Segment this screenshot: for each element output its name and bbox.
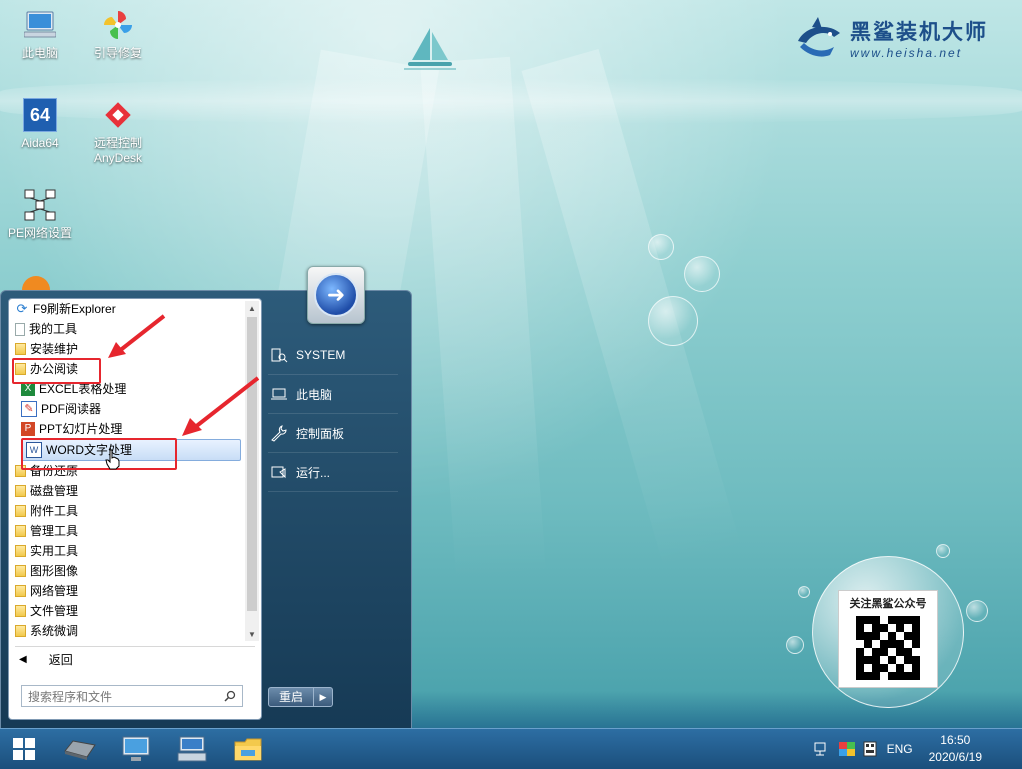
power-options-arrow-icon[interactable]: ▶ (314, 687, 334, 707)
sailboat-icon (404, 28, 456, 70)
annotation-arrow-icon (108, 314, 166, 358)
user-folder-icon (271, 348, 288, 363)
folder-icon (15, 625, 26, 637)
desktop-icon-aida64[interactable]: 64 Aida64 (0, 98, 80, 151)
wrench-icon (271, 425, 287, 442)
menu-item-utilities[interactable]: 实用工具 (9, 541, 245, 561)
menu-item-network-management[interactable]: 网络管理 (9, 581, 245, 601)
light-ray (420, 56, 547, 582)
taskbar-file-explorer[interactable] (228, 733, 268, 765)
folder-icon (15, 585, 26, 597)
user-avatar-icon: ➜ (326, 282, 346, 307)
run-icon (271, 466, 286, 479)
qr-title: 关注黑鲨公众号 (849, 598, 927, 610)
monitor-icon (122, 736, 150, 761)
program-list-scrollbar[interactable]: ▲ ▼ (245, 301, 259, 641)
clock-date: 2020/6/19 (928, 750, 982, 764)
bubble (684, 256, 720, 292)
desktop-icon-anydesk[interactable]: 远程控制 AnyDesk (78, 98, 158, 166)
network-icon (24, 189, 56, 221)
scrollbar-thumb[interactable] (247, 317, 257, 611)
shark-icon (798, 17, 840, 57)
qr-code-icon (856, 616, 920, 680)
clock[interactable]: 16:50 2020/6/19 (929, 732, 982, 766)
keyboard-layout-icon[interactable] (863, 741, 877, 757)
user-avatar[interactable]: ➜ (307, 266, 365, 324)
folder-icon (15, 343, 26, 355)
place-run[interactable]: 运行... (268, 453, 398, 492)
clock-time: 16:50 (940, 733, 971, 747)
bubble (648, 234, 674, 260)
menu-item-graphics[interactable]: 图形图像 (9, 561, 245, 581)
aida64-icon: 64 (29, 104, 51, 125)
brand-logo: 黑鲨装机大师 www.heisha.net (794, 16, 988, 60)
keyboard-icon (177, 736, 207, 762)
folder-icon (15, 505, 26, 517)
folder-icon (15, 525, 26, 537)
place-system[interactable]: SYSTEM (268, 336, 398, 375)
folder-icon (15, 565, 26, 577)
folder-icon (15, 545, 26, 557)
taskbar: ENG 16:50 2020/6/19 (0, 728, 1022, 769)
anydesk-icon (105, 102, 131, 128)
hard-drive-icon (64, 740, 96, 760)
bubble (786, 636, 804, 654)
place-control-panel[interactable]: 控制面板 (268, 414, 398, 453)
divider (15, 646, 255, 647)
menu-item-file-management[interactable]: 文件管理 (9, 601, 245, 621)
windows-logo-icon (13, 738, 35, 760)
display-settings-icon[interactable] (838, 742, 855, 756)
bubble (798, 586, 810, 598)
computer-icon (24, 11, 56, 38)
folder-icon (15, 485, 26, 497)
pdf-icon: ✎ (21, 401, 37, 417)
language-indicator[interactable]: ENG (887, 742, 913, 756)
annotation-arrow-icon (182, 376, 260, 436)
start-button[interactable] (4, 733, 44, 765)
hand-cursor-icon (105, 449, 120, 470)
back-arrow-icon: ◀ (19, 654, 27, 665)
annotation-box-office (12, 358, 101, 384)
menu-item-system-tweaks[interactable]: 系统微调 (9, 621, 245, 641)
menu-item-disk-management[interactable]: 磁盘管理 (9, 481, 245, 501)
search-placeholder: 搜索程序和文件 (28, 689, 113, 704)
light-ray (521, 48, 742, 571)
ppt-icon: P (21, 422, 35, 436)
bubble (936, 544, 950, 558)
restart-control: 重启 ▶ (268, 687, 334, 707)
start-menu-places: SYSTEM 此电脑 控制面板 运行... (268, 336, 398, 492)
desktop-icon-boot-repair[interactable]: 引导修复 (78, 8, 158, 61)
pinwheel-icon (104, 11, 132, 39)
annotation-box-word (21, 438, 177, 470)
menu-item-accessories[interactable]: 附件工具 (9, 501, 245, 521)
back-button[interactable]: ◀ 返回 (19, 651, 73, 668)
taskbar-keyboard-tool[interactable] (172, 733, 212, 765)
search-input[interactable]: 搜索程序和文件 (21, 685, 243, 707)
scroll-up-icon[interactable]: ▲ (245, 301, 259, 315)
excel-icon: X (21, 382, 35, 396)
folder-icon (15, 605, 26, 617)
brand-name: 黑鲨装机大师 (850, 21, 988, 44)
desktop-icon-pe-network[interactable]: PE网络设置 (0, 188, 80, 241)
menu-item-admin-tools[interactable]: 管理工具 (9, 521, 245, 541)
restart-button[interactable]: 重启 (268, 687, 315, 707)
network-status-icon[interactable] (813, 741, 831, 757)
place-this-pc[interactable]: 此电脑 (268, 375, 398, 414)
desktop-icon-this-pc[interactable]: 此电脑 (0, 8, 80, 61)
taskbar-remote-tool[interactable] (116, 733, 156, 765)
taskbar-disk-tool[interactable] (60, 733, 100, 765)
system-tray: ENG 16:50 2020/6/19 (813, 729, 1022, 769)
qr-card: 关注黑鲨公众号 (838, 590, 938, 688)
scroll-down-icon[interactable]: ▼ (245, 627, 259, 641)
folder-icon (234, 738, 262, 761)
laptop-icon (271, 388, 287, 400)
refresh-icon: ⟳ (16, 301, 28, 316)
document-icon (15, 322, 25, 336)
bubble (966, 600, 988, 622)
brand-url: www.heisha.net (850, 46, 963, 60)
search-icon (224, 690, 236, 702)
bubble (648, 296, 698, 346)
